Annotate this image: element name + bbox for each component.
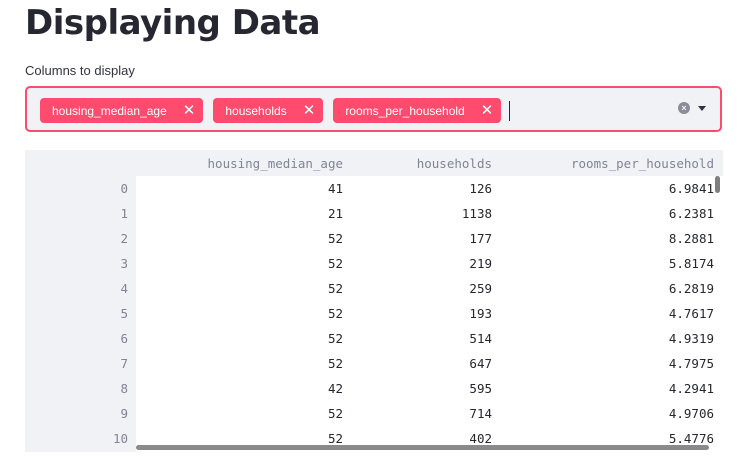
table-cell[interactable]: 595 [469,381,492,396]
app-page: Displaying Data Columns to display housi… [0,0,751,463]
table-cell[interactable]: 6.9841 [669,181,714,196]
row-index: 7 [120,356,128,371]
row-index: 3 [120,256,128,271]
table-cell[interactable]: 52 [328,406,343,421]
text-cursor[interactable] [509,100,511,121]
columns-multiselect[interactable]: housing_median_age ✕ households ✕ rooms_… [25,86,722,132]
row-index: 9 [120,406,128,421]
table-cell[interactable]: 4.7617 [669,306,714,321]
table-row: 1 21 1138 6.2381 [25,201,723,226]
table-cell[interactable]: 177 [469,231,492,246]
table-cell[interactable]: 259 [469,281,492,296]
table-header: housing_median_age households rooms_per_… [25,150,723,176]
chip-housing-median-age: housing_median_age ✕ [40,98,204,123]
column-header[interactable]: households [417,156,492,171]
table-cell[interactable]: 714 [469,406,492,421]
chip-label: rooms_per_household [345,103,465,118]
table-cell[interactable]: 4.7975 [669,356,714,371]
table-cell[interactable]: 4.9319 [669,331,714,346]
table-row: 0 41 126 6.9841 [25,176,723,201]
table-cell[interactable]: 1138 [462,206,492,221]
vertical-scrollbar[interactable] [715,176,720,193]
row-index: 2 [120,231,128,246]
remove-chip-icon[interactable]: ✕ [183,103,196,118]
table-cell[interactable]: 6.2381 [669,206,714,221]
row-index: 0 [120,181,128,196]
horizontal-scrollbar[interactable] [136,445,709,450]
row-index: 5 [120,306,128,321]
table-cell[interactable]: 6.2819 [669,281,714,296]
multiselect-controls: × [678,102,706,114]
remove-chip-icon[interactable]: ✕ [481,103,494,118]
chevron-down-icon[interactable] [698,105,706,111]
table-row: 8 42 595 4.2941 [25,376,723,401]
table-row: 6 52 514 4.9319 [25,326,723,351]
table-cell[interactable]: 52 [328,356,343,371]
multiselect-label: Columns to display [25,63,135,78]
row-index: 8 [120,381,128,396]
table-cell[interactable]: 52 [328,331,343,346]
table-cell[interactable]: 52 [328,231,343,246]
table-row: 3 52 219 5.8174 [25,251,723,276]
chip-label: housing_median_age [52,103,167,118]
table-cell[interactable]: 193 [469,306,492,321]
row-index: 1 [120,206,128,221]
dataframe[interactable]: housing_median_age households rooms_per_… [25,150,723,452]
table-cell[interactable]: 514 [469,331,492,346]
table-cell[interactable]: 52 [328,431,343,446]
column-header[interactable]: rooms_per_household [571,156,714,171]
chip-households: households ✕ [213,98,324,123]
table-row: 5 52 193 4.7617 [25,301,723,326]
chip-rooms-per-household: rooms_per_household ✕ [333,98,502,123]
table-cell[interactable]: 21 [328,206,343,221]
table-cell[interactable]: 4.2941 [669,381,714,396]
row-index: 4 [120,281,128,296]
table-cell[interactable]: 402 [469,431,492,446]
table-row: 4 52 259 6.2819 [25,276,723,301]
table-cell[interactable]: 52 [328,306,343,321]
row-index: 6 [120,331,128,346]
chip-label: households [225,103,287,118]
table-cell[interactable]: 4.9706 [669,406,714,421]
table-cell[interactable]: 126 [469,181,492,196]
table-cell[interactable]: 52 [328,256,343,271]
table-cell[interactable]: 52 [328,281,343,296]
table-row: 2 52 177 8.2881 [25,226,723,251]
table-row: 9 52 714 4.9706 [25,401,723,426]
table-cell[interactable]: 5.4776 [669,431,714,446]
page-title: Displaying Data [25,3,321,43]
table-row: 7 52 647 4.7975 [25,351,723,376]
table-cell[interactable]: 42 [328,381,343,396]
remove-chip-icon[interactable]: ✕ [303,103,316,118]
clear-all-icon[interactable]: × [678,102,690,114]
table-cell[interactable]: 647 [469,356,492,371]
selected-chips: housing_median_age ✕ households ✕ rooms_… [40,98,511,123]
table-cell[interactable]: 219 [469,256,492,271]
column-header[interactable]: housing_median_age [208,156,343,171]
table-cell[interactable]: 8.2881 [669,231,714,246]
table-cell[interactable]: 5.8174 [669,256,714,271]
row-index: 10 [112,431,128,446]
table-cell[interactable]: 41 [328,181,343,196]
